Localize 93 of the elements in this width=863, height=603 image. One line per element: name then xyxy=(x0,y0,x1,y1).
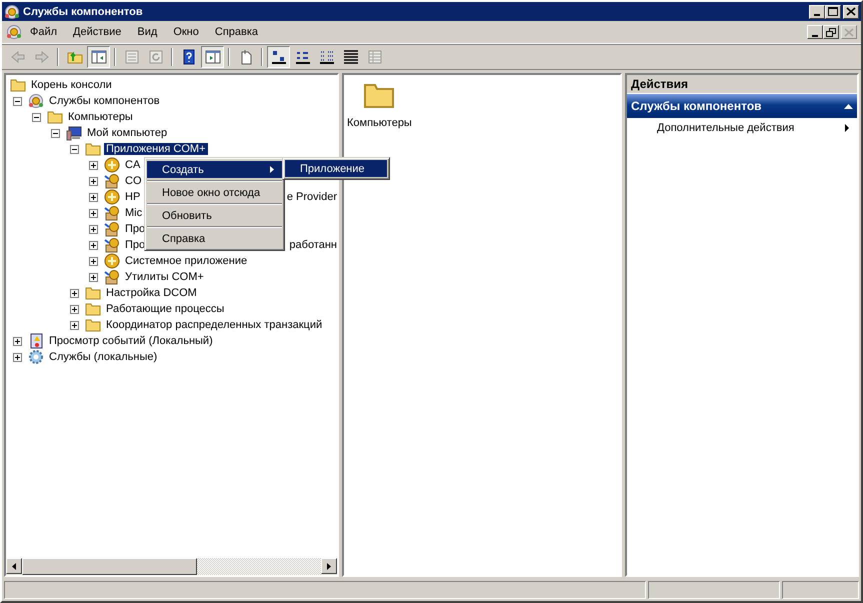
component-services-icon xyxy=(4,4,20,20)
actions-section-header[interactable]: Службы компонентов xyxy=(627,94,857,118)
tree-item[interactable]: Утилиты COM+ xyxy=(123,271,206,283)
actions-header: Действия xyxy=(627,75,857,93)
expand-icon[interactable] xyxy=(89,240,98,250)
tree-item[interactable]: Mic xyxy=(123,207,144,219)
folder-icon xyxy=(85,285,101,301)
gear-icon xyxy=(28,349,44,365)
tree-item[interactable]: Службы компонентов xyxy=(47,95,162,107)
collapse-icon[interactable] xyxy=(32,112,41,122)
tree-item[interactable]: CO xyxy=(123,175,144,187)
expand-icon[interactable] xyxy=(89,272,98,282)
action-label: Дополнительные действия xyxy=(657,122,796,134)
menu-item[interactable]: Приложение xyxy=(285,160,387,177)
plus-ball-icon xyxy=(104,157,120,173)
folder-icon xyxy=(10,77,26,93)
collapse-icon[interactable] xyxy=(70,144,79,154)
collapse-icon[interactable] xyxy=(13,96,22,106)
menu-item[interactable]: Окно xyxy=(165,24,207,40)
folder-icon xyxy=(85,141,101,157)
plus-ball-icon xyxy=(104,189,120,205)
tree-item[interactable]: Службы (локальные) xyxy=(47,351,160,363)
section-title: Службы компонентов xyxy=(631,99,763,113)
box-icon xyxy=(104,221,120,237)
menu-item[interactable]: Обновить xyxy=(147,207,282,224)
collapse-icon[interactable] xyxy=(51,128,60,138)
minimize-icon xyxy=(814,14,820,16)
menu-item[interactable]: Создать xyxy=(147,161,282,178)
tree-item[interactable]: Настройка DCOM xyxy=(104,287,199,299)
window-title: Службы компонентов xyxy=(23,6,144,18)
tree-item[interactable]: Работающие процессы xyxy=(104,303,226,315)
tree-item[interactable]: Координатор распределенных транзакций xyxy=(104,319,324,331)
tree-item[interactable]: Просмотр событий (Локальный) xyxy=(47,335,215,347)
menu-item[interactable]: Действие xyxy=(65,24,130,40)
restore-icon xyxy=(826,28,836,36)
action-item[interactable]: Дополнительные действия xyxy=(627,118,857,138)
component-services-icon xyxy=(6,24,22,40)
menu-item[interactable]: Справка xyxy=(147,230,282,247)
plus-ball-icon xyxy=(104,253,120,269)
tree-item[interactable]: HP xyxy=(123,191,142,203)
submenu-arrow-icon xyxy=(845,124,849,132)
folder-icon xyxy=(85,317,101,333)
tree-item[interactable]: Корень консоли xyxy=(29,79,114,91)
box-icon xyxy=(104,205,120,221)
expand-icon[interactable] xyxy=(70,304,79,314)
scroll-left-icon xyxy=(12,562,16,570)
expand-icon[interactable] xyxy=(13,336,22,346)
folder-icon xyxy=(85,301,101,317)
console-tree-icon[interactable] xyxy=(87,46,110,68)
maximize-icon xyxy=(828,7,838,16)
tree-item[interactable]: Про xyxy=(123,223,148,235)
box-icon xyxy=(104,173,120,189)
list-item[interactable]: Компьютеры xyxy=(345,117,414,129)
close-icon xyxy=(846,7,856,16)
box-icon xyxy=(104,237,120,253)
minimize-icon xyxy=(812,34,818,36)
horizontal-scrollbar[interactable] xyxy=(6,558,337,575)
close-button[interactable] xyxy=(843,4,859,18)
scroll-right-icon xyxy=(327,562,331,570)
minimize-button[interactable] xyxy=(809,4,825,18)
maximize-button[interactable] xyxy=(825,4,841,18)
tree-item[interactable]: CA xyxy=(123,159,142,171)
tree-item[interactable]: Компьютеры xyxy=(66,111,135,123)
menu-item[interactable]: Файл xyxy=(22,24,66,40)
menu-item[interactable]: Вид xyxy=(129,24,166,40)
expand-icon[interactable] xyxy=(89,256,98,266)
expand-icon[interactable] xyxy=(70,288,79,298)
event-log-icon xyxy=(28,333,44,349)
tree-item-text: работанн xyxy=(289,239,337,251)
menu-item[interactable]: Новое окно отсюда xyxy=(147,184,282,201)
close-icon xyxy=(844,28,854,36)
menu-item[interactable]: Справка xyxy=(206,24,266,40)
collapse-icon xyxy=(844,104,853,108)
tree-item[interactable]: Мой компьютер xyxy=(85,127,170,139)
expand-icon[interactable] xyxy=(70,320,79,330)
minimize-button[interactable] xyxy=(807,25,823,39)
computer-icon xyxy=(66,125,82,141)
folder-icon xyxy=(47,109,63,125)
expand-icon[interactable] xyxy=(13,352,22,362)
large-icons-view-icon[interactable] xyxy=(267,46,290,68)
restore-button[interactable] xyxy=(823,25,839,39)
action-pane-icon[interactable] xyxy=(201,46,224,68)
expand-icon[interactable] xyxy=(89,224,98,234)
component-services-icon xyxy=(28,93,44,109)
tree-item-text: e Provider xyxy=(286,191,337,203)
expand-icon[interactable] xyxy=(89,160,98,170)
box-icon xyxy=(104,269,120,285)
expand-icon[interactable] xyxy=(89,208,98,218)
expand-icon[interactable] xyxy=(89,192,98,202)
tree-item[interactable]: Приложения COM+ xyxy=(104,143,208,155)
tree-item[interactable]: Про xyxy=(123,239,148,251)
expand-icon[interactable] xyxy=(89,176,98,186)
tree-item[interactable]: Системное приложение xyxy=(123,255,250,267)
